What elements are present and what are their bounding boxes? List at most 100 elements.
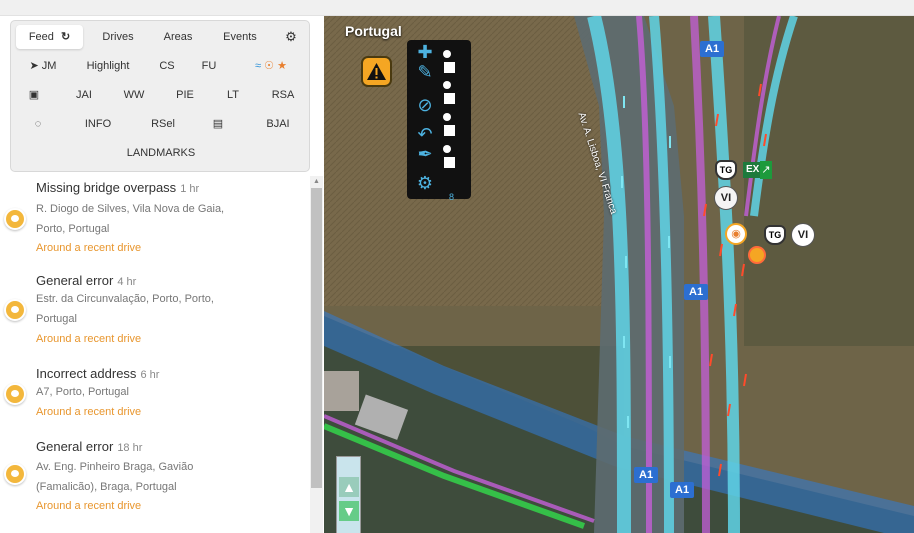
checkbox-option[interactable] <box>444 125 455 136</box>
rsa-button[interactable]: RSA <box>269 83 297 107</box>
tab-drives-label: Drives <box>102 31 134 43</box>
feed-item-link[interactable]: Around a recent drive <box>36 242 141 254</box>
menu-row-3: ▣ JAI WW PIE LT RSA <box>11 83 311 107</box>
tg-badge[interactable]: TG <box>715 160 737 180</box>
tab-drives[interactable]: Drives <box>93 25 143 49</box>
pie-button[interactable]: PIE <box>173 83 197 107</box>
toolbox-number: 8 <box>449 192 455 202</box>
feed-item-link[interactable]: Around a recent drive <box>36 406 141 418</box>
tab-feed[interactable]: Feed ↻ <box>16 25 83 49</box>
report-icon <box>4 383 26 405</box>
ww-label: WW <box>123 89 145 101</box>
settings-icon[interactable]: ⚙ <box>413 173 437 193</box>
feed-item-address-line: R. Diogo de Silves, Vila Nova de Gaia, <box>36 203 225 215</box>
report-marker-icon[interactable] <box>748 246 766 264</box>
bike-icon: ☉ <box>264 60 275 72</box>
map-title: Portugal <box>345 23 402 39</box>
rsel-button[interactable]: RSel <box>149 112 177 136</box>
cs-label: CS <box>159 60 175 72</box>
ww-button[interactable]: WW <box>123 83 145 107</box>
feed-item-title: General error 4 hr <box>36 273 136 288</box>
feed-item-title: Incorrect address 6 hr <box>36 366 159 381</box>
feed-item-title-text: Missing bridge overpass <box>36 180 177 195</box>
briefcase-icon[interactable]: ▤ <box>211 112 225 136</box>
map-view[interactable]: Portugal ✚ ✎ ⊘ ↶ ✒ ⚙ 8 Av. A. Lisboa, VI… <box>324 16 914 533</box>
feed-item-address-line: Portugal <box>36 313 77 325</box>
gear-icon[interactable]: ⚙ <box>283 25 299 49</box>
road-shield[interactable]: A1 <box>700 41 725 57</box>
radio-option[interactable] <box>443 113 451 121</box>
jm-button[interactable]: ➤ JM <box>23 54 63 78</box>
feed-item-title: General error 18 hr <box>36 439 142 454</box>
lt-label: LT <box>226 89 240 101</box>
checkbox-option[interactable] <box>444 157 455 168</box>
jai-button[interactable]: JAI <box>73 83 95 107</box>
add-point-icon[interactable]: ✚ <box>413 42 437 62</box>
feed-item-title: Missing bridge overpass 1 hr <box>36 180 199 195</box>
checkbox-option[interactable] <box>444 62 455 73</box>
feed-item-address-line: A7, Porto, Portugal <box>36 386 129 398</box>
feed-item-time: 4 hr <box>117 276 137 288</box>
feed-list: Missing bridge overpass 1 hr R. Diogo de … <box>0 176 310 533</box>
draw-toolbox: ✚ ✎ ⊘ ↶ ✒ ⚙ 8 <box>407 40 471 202</box>
warning-icon <box>367 63 386 80</box>
feed-item-title-text: General error <box>36 273 114 288</box>
bjai-label: BJAI <box>266 118 290 130</box>
checkbox-option[interactable] <box>444 93 455 104</box>
menu-row-4: ◌ INFO RSel ▤ BJAI <box>11 112 311 136</box>
vi-badge[interactable]: VI <box>714 186 738 210</box>
jai-label: JAI <box>76 89 92 101</box>
tab-feed-label: Feed <box>28 31 54 43</box>
edit-icon[interactable]: ✎ <box>413 62 437 82</box>
activity-icons[interactable]: ≈ ☉ ★ <box>245 54 297 78</box>
feed-item-time: 6 hr <box>140 369 160 381</box>
report-icon <box>4 299 26 321</box>
vi-badge[interactable]: VI <box>791 223 815 247</box>
landmarks-button[interactable]: LANDMARKS <box>125 141 197 165</box>
menu-row-5: LANDMARKS <box>11 141 311 165</box>
info-label: INFO <box>84 118 112 130</box>
swim-icon: ≈ <box>255 60 262 72</box>
cs-button[interactable]: CS <box>157 54 177 78</box>
left-panel: Feed ↻ Drives Areas Events ⚙ ➤ JM Highli… <box>0 16 324 533</box>
send-icon: ➤ <box>29 60 39 72</box>
fu-button[interactable]: FU <box>199 54 219 78</box>
highlight-button[interactable]: Highlight <box>81 54 135 78</box>
scrollbar-thumb[interactable] <box>311 188 322 488</box>
radio-option[interactable] <box>443 145 451 153</box>
refresh-icon[interactable]: ↻ <box>61 31 70 43</box>
undo-icon[interactable]: ↶ <box>413 124 437 144</box>
sound-marker-icon[interactable]: ◉ <box>725 223 747 245</box>
feed-scrollbar[interactable]: ▲ <box>310 176 323 533</box>
road-shield[interactable]: A1 <box>634 467 659 483</box>
lasso-icon[interactable]: ◌ <box>31 112 45 136</box>
image-icon[interactable]: ▣ <box>27 83 41 107</box>
jm-label: JM <box>41 60 57 72</box>
lt-button[interactable]: LT <box>225 83 241 107</box>
road-shield[interactable]: A1 <box>684 284 709 300</box>
radio-option[interactable] <box>443 50 451 58</box>
zoom-down-icon[interactable]: ▼ <box>339 501 359 521</box>
menu-row-1: Feed ↻ Drives Areas Events ⚙ <box>11 25 311 49</box>
warning-button[interactable] <box>361 56 392 87</box>
tab-areas-label: Areas <box>163 31 193 43</box>
bjai-button[interactable]: BJAI <box>263 112 293 136</box>
feed-item-link[interactable]: Around a recent drive <box>36 500 141 512</box>
road-shield[interactable]: A1 <box>670 482 695 498</box>
zoom-up-icon[interactable]: ▲ <box>339 477 359 497</box>
run-icon: ★ <box>277 60 287 72</box>
trash-icon[interactable]: ✒ <box>413 144 437 164</box>
browser-top-strip <box>0 0 914 16</box>
info-button[interactable]: INFO <box>83 112 113 136</box>
tab-areas[interactable]: Areas <box>157 25 199 49</box>
tg-badge[interactable]: TG <box>764 225 786 245</box>
feed-item-title-text: Incorrect address <box>36 366 137 381</box>
radio-option[interactable] <box>443 81 451 89</box>
tab-events[interactable]: Events <box>217 25 263 49</box>
scroll-up-arrow-icon[interactable]: ▲ <box>310 176 323 188</box>
exit-arrow-icon: ↗ <box>760 161 772 179</box>
zoom-control[interactable]: ▲ ▼ <box>336 456 361 533</box>
feed-item-link[interactable]: Around a recent drive <box>36 333 141 345</box>
rsel-label: RSel <box>151 118 175 130</box>
pencil-circle-icon[interactable]: ⊘ <box>413 95 437 115</box>
